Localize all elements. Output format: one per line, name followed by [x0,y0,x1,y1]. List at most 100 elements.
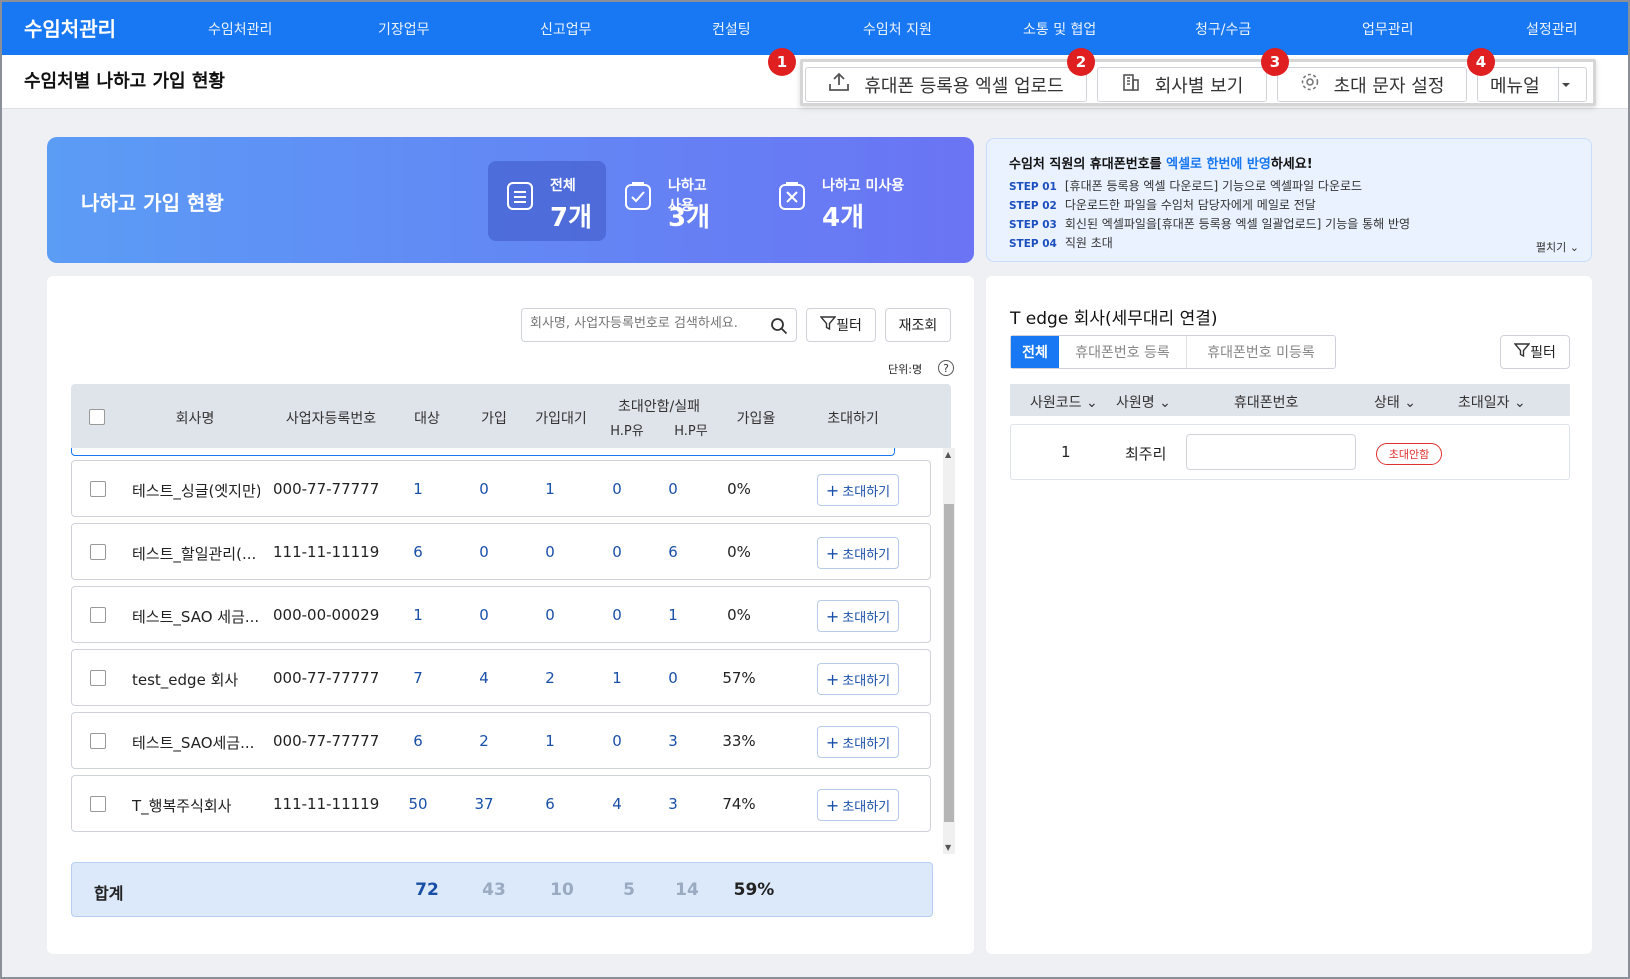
list-icon [506,181,534,215]
manual-button[interactable]: 메뉴얼 [1477,67,1587,102]
help-icon[interactable]: ? [938,360,954,376]
tab-all[interactable]: 전체 [1011,336,1059,368]
hp-no-count[interactable]: 0 [668,669,678,687]
pending-count[interactable]: 1 [545,732,555,750]
nav-item-filing[interactable]: 신고업무 [540,19,592,39]
total-pending: 10 [550,880,574,900]
tab-unregistered[interactable]: 휴대폰번호 미등록 [1187,336,1335,368]
joined-count[interactable]: 4 [479,669,489,687]
hp-no-count[interactable]: 6 [668,543,678,561]
row-checkbox[interactable] [90,607,106,623]
hp-yes-count[interactable]: 0 [612,543,622,561]
nav-item-clients[interactable]: 수임처관리 [208,19,272,39]
row-checkbox[interactable] [90,670,106,686]
hp-yes-count[interactable]: 4 [612,795,622,813]
stat-total[interactable]: 전체 7개 [488,161,606,241]
invite-message-settings-button[interactable]: 초대 문자 설정 [1277,67,1467,102]
expand-toggle[interactable]: 펼치기 ⌄ [1536,239,1579,255]
joined-count[interactable]: 0 [479,543,489,561]
target-count[interactable]: 50 [408,795,427,813]
joined-count[interactable]: 2 [479,732,489,750]
brand-title[interactable]: 수임처관리 [24,13,116,42]
company-name[interactable]: 테스트_할일관리(... [132,543,260,564]
col-emp-code[interactable]: 사원코드 ⌄ [1030,392,1098,412]
target-count[interactable]: 1 [413,480,423,498]
x-icon [778,181,806,215]
invite-button[interactable]: + 초대하기 [817,663,899,695]
invite-button[interactable]: + 초대하기 [817,789,899,821]
hp-no-count[interactable]: 3 [668,732,678,750]
target-count[interactable]: 1 [413,606,423,624]
pending-count[interactable]: 0 [545,543,555,561]
pending-count[interactable]: 6 [545,795,555,813]
row-checkbox[interactable] [90,733,106,749]
hp-yes-count[interactable]: 0 [612,606,622,624]
hp-no-count[interactable]: 3 [668,795,678,813]
table-row[interactable]: T_행복주식회사 111-11-11119 50 37 6 4 3 74% + 초대하기 [71,775,931,832]
pending-count[interactable]: 1 [545,480,555,498]
search-icon[interactable] [770,317,788,339]
joined-count[interactable]: 37 [474,795,493,813]
scroll-up-icon[interactable]: ▲ [945,450,951,459]
hp-yes-count[interactable]: 0 [612,480,622,498]
invite-button[interactable]: + 초대하기 [817,474,899,506]
select-all-checkbox[interactable] [89,409,105,425]
pending-count[interactable]: 2 [545,669,555,687]
stat-not-using[interactable]: 나하고 미사용 4개 [760,161,920,241]
stat-not-using-label: 나하고 미사용 [822,178,905,194]
nav-item-collaboration[interactable]: 소통 및 협업 [1023,19,1096,39]
invite-button[interactable]: + 초대하기 [817,726,899,758]
nav-item-consulting[interactable]: 컨설팅 [712,19,751,39]
search-input[interactable] [530,316,762,331]
joined-count[interactable]: 0 [479,606,489,624]
target-count[interactable]: 6 [413,543,423,561]
invite-button[interactable]: + 초대하기 [817,537,899,569]
joined-count[interactable]: 0 [479,480,489,498]
nav-item-billing[interactable]: 청구/수금 [1195,19,1251,39]
scrollbar[interactable]: ▲ ▼ [943,448,955,854]
target-count[interactable]: 6 [413,732,423,750]
table-row[interactable]: test_edge 회사 000-77-77777 7 4 2 1 0 57% + 초대하기 [71,649,931,706]
col-target: 대상 [414,411,440,427]
invite-button[interactable]: + 초대하기 [817,600,899,632]
row-checkbox[interactable] [90,481,106,497]
col-emp-name[interactable]: 사원명 ⌄ [1116,392,1171,412]
filter-button[interactable]: 필터 [806,308,876,342]
upload-icon [828,72,864,97]
company-name[interactable]: T_행복주식회사 [132,795,260,816]
col-status[interactable]: 상태 ⌄ [1374,392,1416,412]
pending-count[interactable]: 0 [545,606,555,624]
table-row[interactable]: 테스트_할일관리(... 111-11-11119 6 0 0 0 6 0% + 초대하기 [71,523,931,580]
company-name[interactable]: 테스트_싱글(엣지만) [132,480,260,501]
table-row[interactable]: 테스트_SAO세금... 000-77-77777 6 2 1 0 3 33% + 초대하기 [71,712,931,769]
nav-item-settings[interactable]: 설정관리 [1526,19,1578,39]
chevron-down-icon[interactable] [1558,68,1586,101]
company-name[interactable]: 테스트_SAO 세금... [132,606,260,627]
excel-upload-button[interactable]: 휴대폰 등록용 엑셀 업로드 [805,67,1087,102]
hp-yes-count[interactable]: 0 [612,732,622,750]
scroll-down-icon[interactable]: ▼ [945,843,951,852]
scrollbar-thumb[interactable] [944,504,954,822]
table-row[interactable]: 테스트_싱글(엣지만) 000-77-77777 1 0 1 0 0 0% + 초대하기 [71,460,931,517]
refresh-button[interactable]: 재조회 [885,308,951,342]
hp-no-count[interactable]: 0 [668,480,678,498]
company-name[interactable]: 테스트_SAO세금... [132,732,260,753]
stat-using[interactable]: 나하고 사용 3개 [606,161,724,241]
nav-item-bookkeeping[interactable]: 기장업무 [378,19,430,39]
hp-no-count[interactable]: 1 [668,606,678,624]
col-invite-date[interactable]: 초대일자 ⌄ [1458,392,1526,412]
row-checkbox[interactable] [90,544,106,560]
nav-item-work-management[interactable]: 업무관리 [1362,19,1414,39]
phone-input[interactable] [1186,434,1356,470]
company-view-button[interactable]: 회사별 보기 [1097,67,1267,102]
target-count[interactable]: 7 [413,669,423,687]
nav-item-client-support[interactable]: 수임처 지원 [863,19,932,39]
table-row[interactable]: 테스트_SAO 세금... 000-00-00029 1 0 0 0 1 0% + 초대하기 [71,586,931,643]
tab-registered[interactable]: 휴대폰번호 등록 [1059,336,1187,368]
total-label: 합계 [94,884,124,903]
detail-filter-button[interactable]: 필터 [1500,335,1570,369]
search-box[interactable] [521,308,797,342]
row-checkbox[interactable] [90,796,106,812]
company-name[interactable]: test_edge 회사 [132,669,260,690]
hp-yes-count[interactable]: 1 [612,669,622,687]
